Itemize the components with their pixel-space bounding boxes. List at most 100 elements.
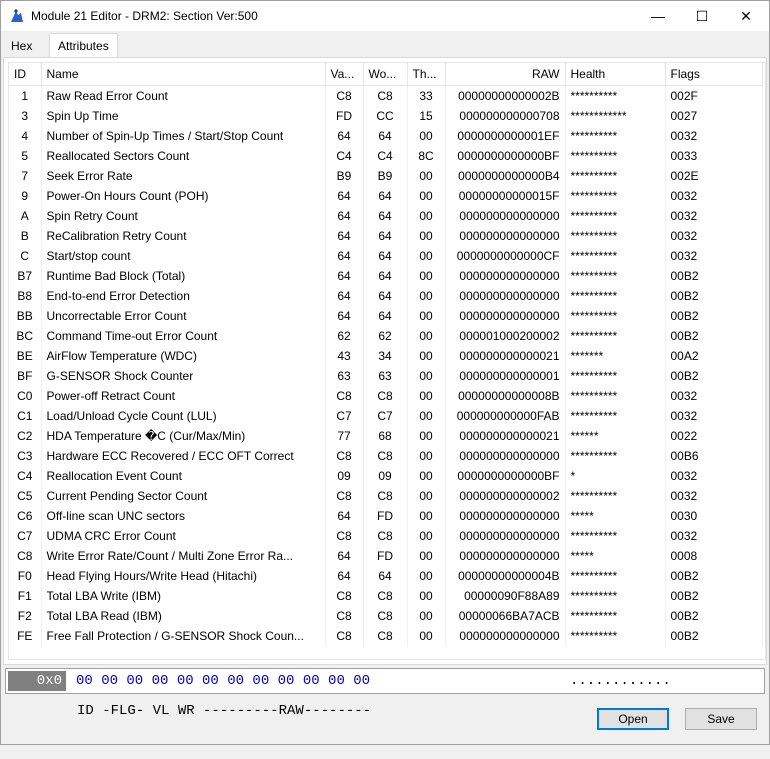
close-button[interactable]: ✕: [723, 1, 769, 31]
table-row[interactable]: C5 Current Pending Sector Count C8 C8 00 0000…: [9, 486, 763, 506]
table-row[interactable]: C Start/stop count 64 64 00 0000000000000CF **…: [9, 246, 763, 266]
cell-value: C8: [325, 586, 364, 606]
col-header-id[interactable]: ID: [9, 63, 42, 86]
table-row[interactable]: 4 Number of Spin-Up Times / Start/Stop Co…: [9, 126, 763, 146]
cell-flags: 002E: [665, 166, 763, 186]
table-row[interactable]: 5 Reallocated Sectors Count C4 C4 8C 00000000…: [9, 146, 763, 166]
cell-health: ******: [565, 426, 666, 446]
cell-health: *****: [565, 546, 666, 566]
tab-attributes[interactable]: Attributes: [49, 33, 118, 58]
table-row[interactable]: B ReCalibration Retry Count 64 64 00 00000000…: [9, 226, 763, 246]
cell-value: 64: [325, 546, 364, 566]
col-header-raw[interactable]: RAW: [445, 63, 566, 86]
table-row[interactable]: BB Uncorrectable Error Count 64 64 00 0000000…: [9, 306, 763, 326]
cell-name: AirFlow Temperature (WDC): [41, 346, 326, 366]
cell-value: 64: [325, 266, 364, 286]
cell-value: C8: [325, 526, 364, 546]
cell-worst: 63: [363, 366, 408, 386]
table-row[interactable]: BE AirFlow Temperature (WDC) 43 34 00 0000000…: [9, 346, 763, 366]
cell-health: **********: [565, 586, 666, 606]
save-button[interactable]: Save: [685, 708, 757, 730]
cell-raw: 000000000000708: [445, 106, 566, 126]
table-row[interactable]: B7 Runtime Bad Block (Total) 64 64 00 0000000…: [9, 266, 763, 286]
cell-worst: C8: [363, 386, 408, 406]
cell-name: Spin Retry Count: [41, 206, 326, 226]
cell-raw: 000000000000000: [445, 266, 566, 286]
cell-value: 77: [325, 426, 364, 446]
table-row[interactable]: C8 Write Error Rate/Count / Multi Zone Er…: [9, 546, 763, 566]
cell-health: ************: [565, 106, 666, 126]
cell-name: Power-On Hours Count (POH): [41, 186, 326, 206]
table-row[interactable]: B8 End-to-end Error Detection 64 64 00 000000…: [9, 286, 763, 306]
cell-worst: 64: [363, 126, 408, 146]
table-row[interactable]: C0 Power-off Retract Count C8 C8 00 000000000…: [9, 386, 763, 406]
col-header-flags[interactable]: Flags: [665, 63, 763, 86]
cell-flags: 0032: [665, 406, 763, 426]
cell-value: C7: [325, 406, 364, 426]
table-row[interactable]: FE Free Fall Protection / G-SENSOR Shock …: [9, 626, 763, 646]
table-row[interactable]: F0 Head Flying Hours/Write Head (Hitachi)…: [9, 566, 763, 586]
table-row[interactable]: 9 Power-On Hours Count (POH) 64 64 00 0000000…: [9, 186, 763, 206]
cell-name: UDMA CRC Error Count: [41, 526, 326, 546]
col-header-value[interactable]: Va...: [325, 63, 364, 86]
table-row[interactable]: C6 Off-line scan UNC sectors 64 FD 00 0000000…: [9, 506, 763, 526]
cell-value: C8: [325, 446, 364, 466]
cell-name: Raw Read Error Count: [41, 85, 326, 106]
tab-hex[interactable]: Hex: [3, 35, 40, 57]
table-row[interactable]: C7 UDMA CRC Error Count C8 C8 00 000000000000…: [9, 526, 763, 546]
table-row[interactable]: BC Command Time-out Error Count 62 62 00 0000…: [9, 326, 763, 346]
table-row[interactable]: 7 Seek Error Rate B9 B9 00 0000000000000B4 ***…: [9, 166, 763, 186]
cell-threshold: 00: [407, 586, 446, 606]
cell-raw: 000000000000000: [445, 506, 566, 526]
table-row[interactable]: C1 Load/Unload Cycle Count (LUL) C7 C7 00 000…: [9, 406, 763, 426]
tab-strip: Hex Attributes: [1, 33, 769, 58]
col-header-health[interactable]: Health: [565, 63, 666, 86]
cell-id: BF: [9, 366, 42, 386]
table-row[interactable]: F2 Total LBA Read (IBM) C8 C8 00 00000066BA7A…: [9, 606, 763, 626]
cell-worst: 64: [363, 186, 408, 206]
table-row[interactable]: A Spin Retry Count 64 64 00 000000000000000 **…: [9, 206, 763, 226]
table-row[interactable]: BF G-SENSOR Shock Counter 63 63 00 0000000000…: [9, 366, 763, 386]
table-row[interactable]: C4 Reallocation Event Count 09 09 00 00000000…: [9, 466, 763, 486]
col-header-name[interactable]: Name: [41, 63, 326, 86]
cell-id: C5: [9, 486, 42, 506]
cell-flags: 002F: [665, 85, 763, 106]
attributes-table[interactable]: ID Name Va... Wo... Th... RAW Health Fla…: [8, 62, 766, 660]
cell-worst: 62: [363, 326, 408, 346]
cell-flags: 0032: [665, 486, 763, 506]
cell-threshold: 00: [407, 346, 446, 366]
cell-worst: C8: [363, 526, 408, 546]
maximize-button[interactable]: ☐: [679, 1, 725, 31]
cell-worst: 64: [363, 566, 408, 586]
table-row[interactable]: 1 Raw Read Error Count C8 C8 33 0000000000000…: [9, 85, 763, 106]
col-header-threshold[interactable]: Th...: [407, 63, 446, 86]
hex-bytes[interactable]: 00 00 00 00 00 00 00 00 00 00 00 00: [76, 671, 370, 691]
cell-flags: 00B2: [665, 326, 763, 346]
table-row[interactable]: 3 Spin Up Time FD CC 15 000000000000708 ******…: [9, 106, 763, 126]
cell-raw: 00000000000004B: [445, 566, 566, 586]
cell-health: *: [565, 466, 666, 486]
cell-health: **********: [565, 266, 666, 286]
minimize-button[interactable]: —: [635, 1, 681, 31]
table-row[interactable]: C3 Hardware ECC Recovered / ECC OFT Corre…: [9, 446, 763, 466]
cell-value: 64: [325, 126, 364, 146]
cell-threshold: 00: [407, 126, 446, 146]
cell-value: 64: [325, 246, 364, 266]
record-legend: ID -FLG- VL WR ---------RAW--------: [77, 703, 372, 719]
window-title: Module 21 Editor - DRM2: Section Ver:500: [31, 9, 258, 23]
open-button[interactable]: Open: [597, 708, 669, 730]
cell-raw: 00000066BA7ACB: [445, 606, 566, 626]
cell-value: FD: [325, 106, 364, 126]
table-row[interactable]: F1 Total LBA Write (IBM) C8 C8 00 00000090F88…: [9, 586, 763, 606]
cell-raw: 00000090F88A89: [445, 586, 566, 606]
cell-threshold: 00: [407, 406, 446, 426]
cell-worst: 68: [363, 426, 408, 446]
cell-raw: 000000000000000: [445, 286, 566, 306]
table-row[interactable]: C2 HDA Temperature �C (Cur/Max/Min) 77 68 00…: [9, 426, 763, 446]
minimize-icon: —: [651, 8, 665, 24]
cell-threshold: 00: [407, 566, 446, 586]
cell-health: **********: [565, 566, 666, 586]
cell-flags: 0032: [665, 186, 763, 206]
col-header-worst[interactable]: Wo...: [363, 63, 408, 86]
cell-flags: 00B2: [665, 566, 763, 586]
